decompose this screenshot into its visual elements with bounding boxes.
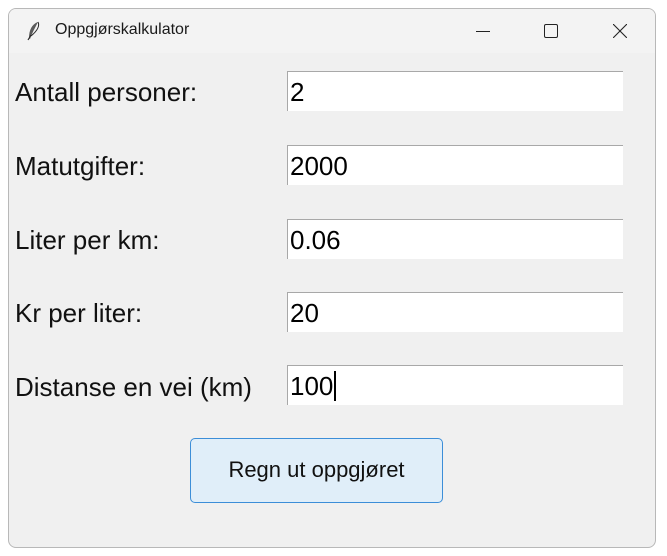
food-expenses-input[interactable]: 2000: [287, 145, 623, 185]
window-title: Oppgjørskalkulator: [55, 21, 190, 38]
distance-input[interactable]: 100: [287, 365, 623, 405]
distance-value: 100: [290, 371, 334, 401]
liters-per-km-value: 0.06: [290, 225, 341, 255]
maximize-icon: [544, 24, 558, 38]
persons-input[interactable]: 2: [287, 71, 623, 111]
calculate-button[interactable]: Regn ut oppgjøret: [190, 438, 443, 503]
minimize-icon: [476, 31, 490, 32]
persons-label: Antall personer:: [15, 77, 198, 107]
food-expenses-value: 2000: [290, 151, 348, 181]
close-icon: [613, 24, 627, 38]
price-per-liter-input[interactable]: 20: [287, 292, 623, 332]
liters-per-km-input[interactable]: 0.06: [287, 219, 623, 259]
liters-per-km-label: Liter per km:: [15, 225, 160, 255]
distance-label: Distanse en vei (km): [15, 372, 252, 402]
app-window: Oppgjørskalkulator Antall personer: 2 Ma…: [8, 8, 656, 548]
title-bar[interactable]: Oppgjørskalkulator: [9, 9, 655, 53]
close-button[interactable]: [591, 9, 649, 53]
price-per-liter-label: Kr per liter:: [15, 298, 143, 328]
price-per-liter-value: 20: [290, 298, 319, 328]
maximize-button[interactable]: [522, 9, 580, 53]
feather-icon: [27, 21, 40, 41]
text-cursor: [334, 371, 337, 402]
persons-value: 2: [290, 77, 305, 107]
food-expenses-label: Matutgifter:: [15, 151, 146, 181]
minimize-button[interactable]: [454, 9, 512, 53]
